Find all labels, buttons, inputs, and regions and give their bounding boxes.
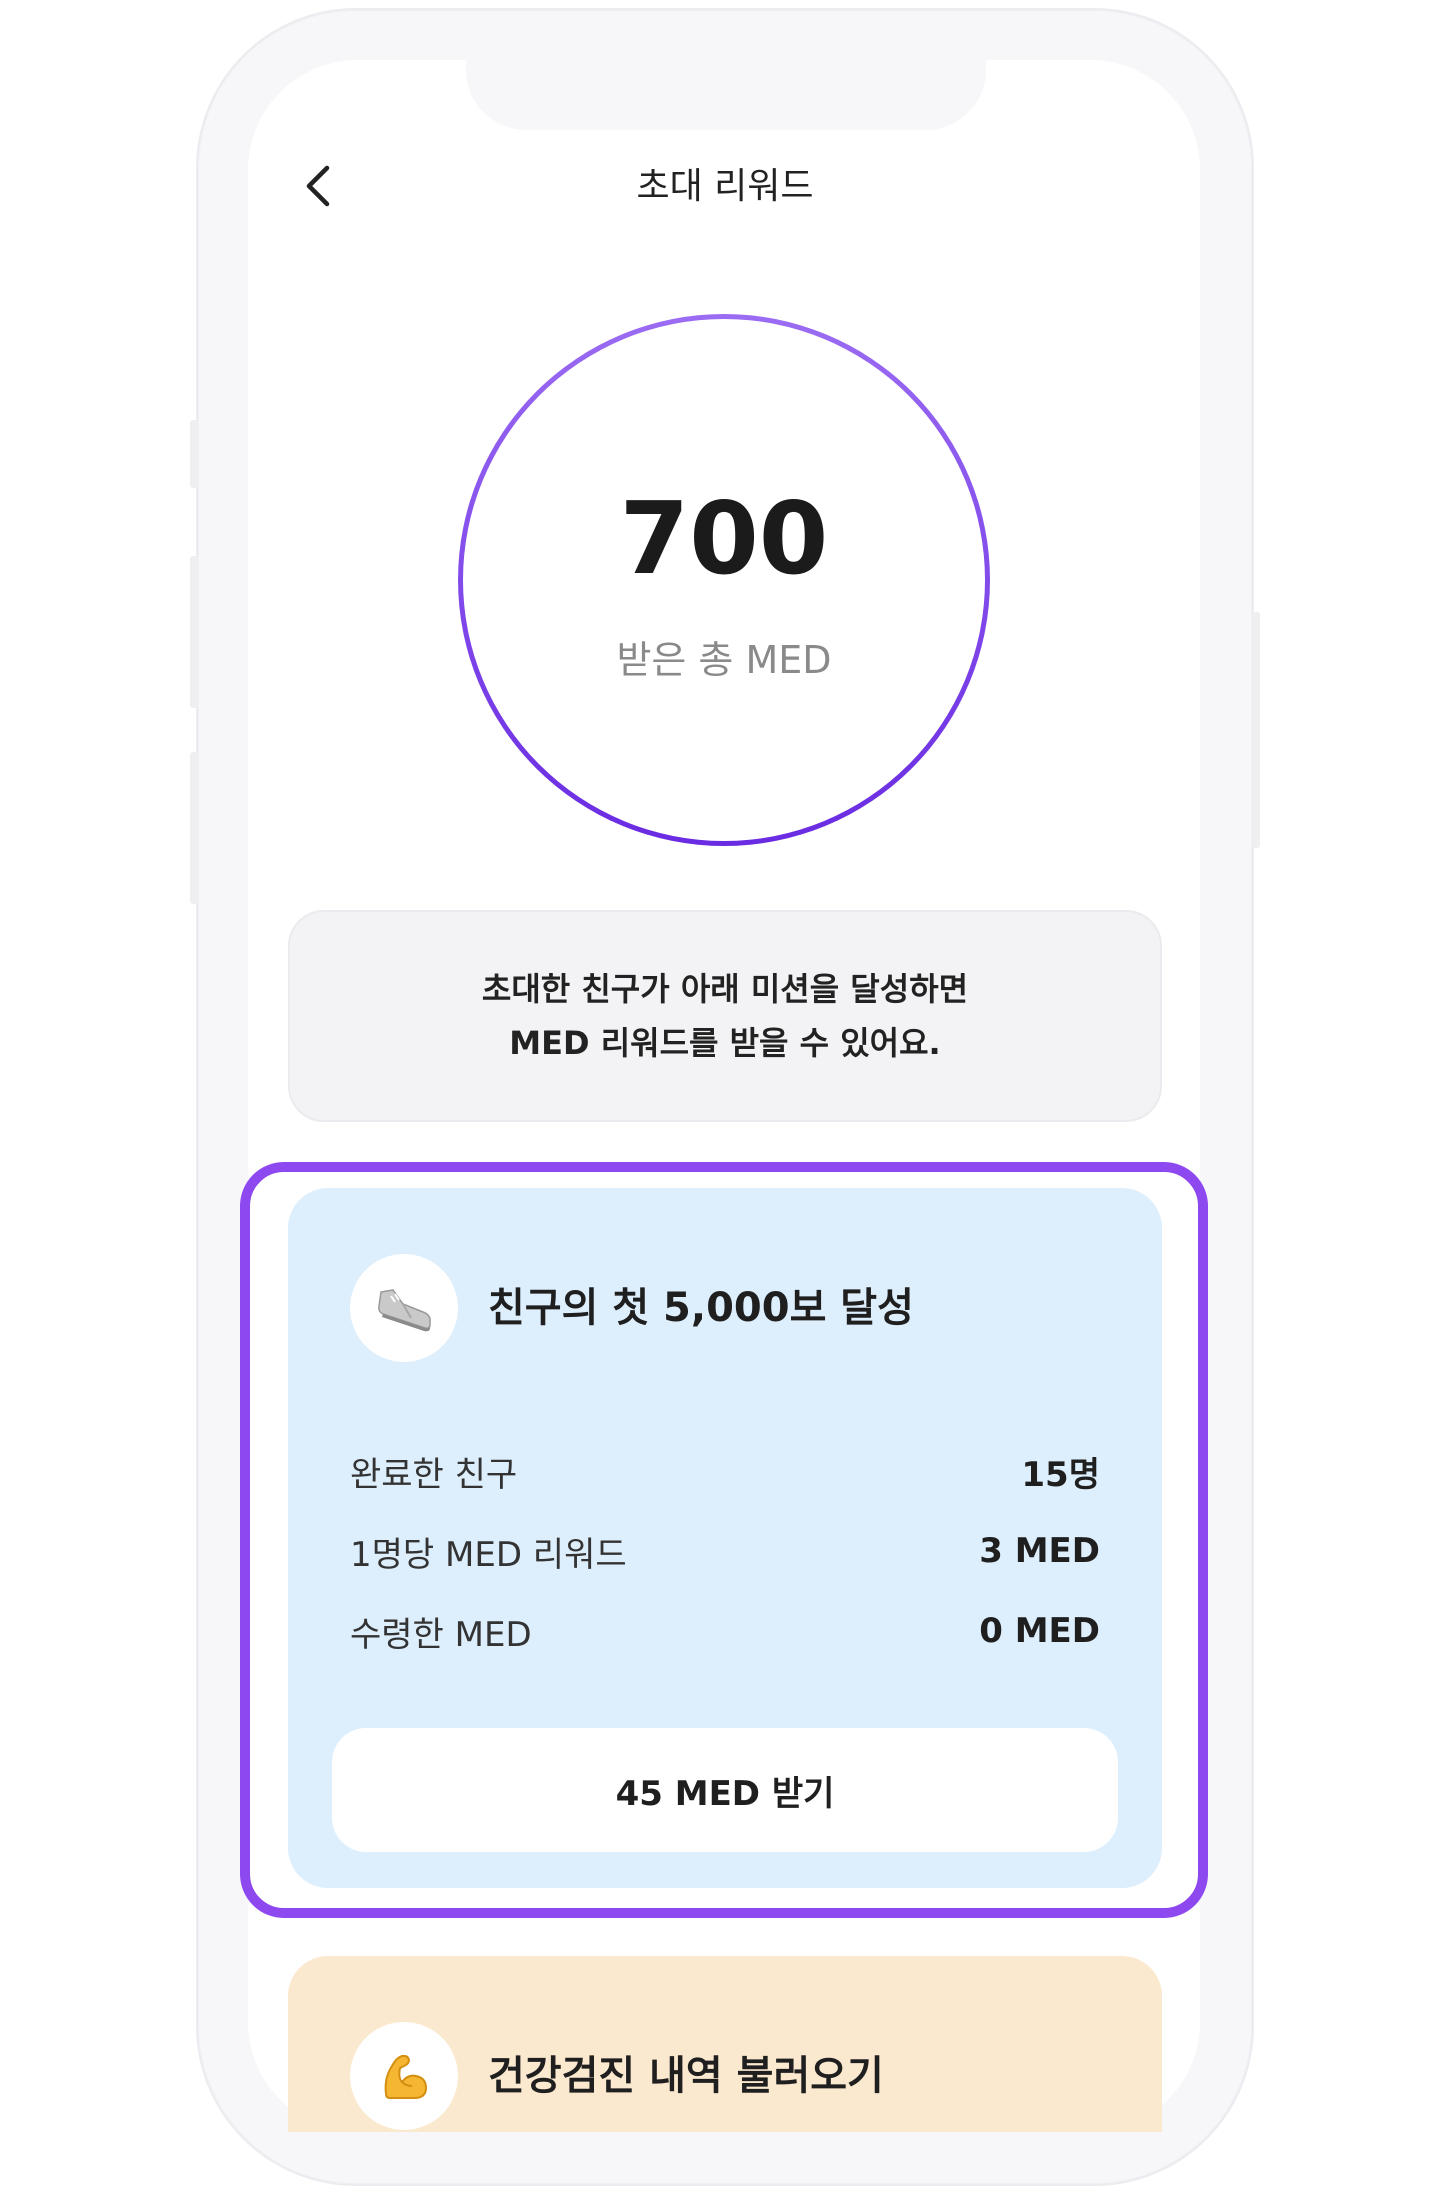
flexed-biceps-icon [384,2054,428,2099]
mission-card-health-checkup: 건강검진 내역 불러오기 [288,1956,1162,2132]
back-icon[interactable] [298,160,338,212]
phone-side-button [190,556,198,708]
total-med-ring: 700 받은 총 MED [458,314,990,846]
info-text-line-1: 초대한 친구가 아래 미션을 달성하면 [481,970,969,1008]
highlight-outline [240,1162,1208,1918]
total-med-label: 받은 총 MED [616,638,832,682]
phone-notch [466,56,986,130]
page-title: 초대 리워드 [636,166,814,207]
phone-side-button [190,420,198,488]
mission-info-box: 초대한 친구가 아래 미션을 달성하면 MED 리워드를 받을 수 있어요. [288,910,1162,1122]
total-med-ring-inner: 700 받은 총 MED [463,319,985,841]
mission-icon-container [350,2022,458,2130]
mission-title: 건강검진 내역 불러오기 [488,2053,884,2099]
phone-side-button [1252,612,1260,848]
phone-side-button [190,752,198,904]
info-text-line-2: MED 리워드를 받을 수 있어요. [509,1024,941,1062]
total-med-value: 700 [619,480,829,597]
